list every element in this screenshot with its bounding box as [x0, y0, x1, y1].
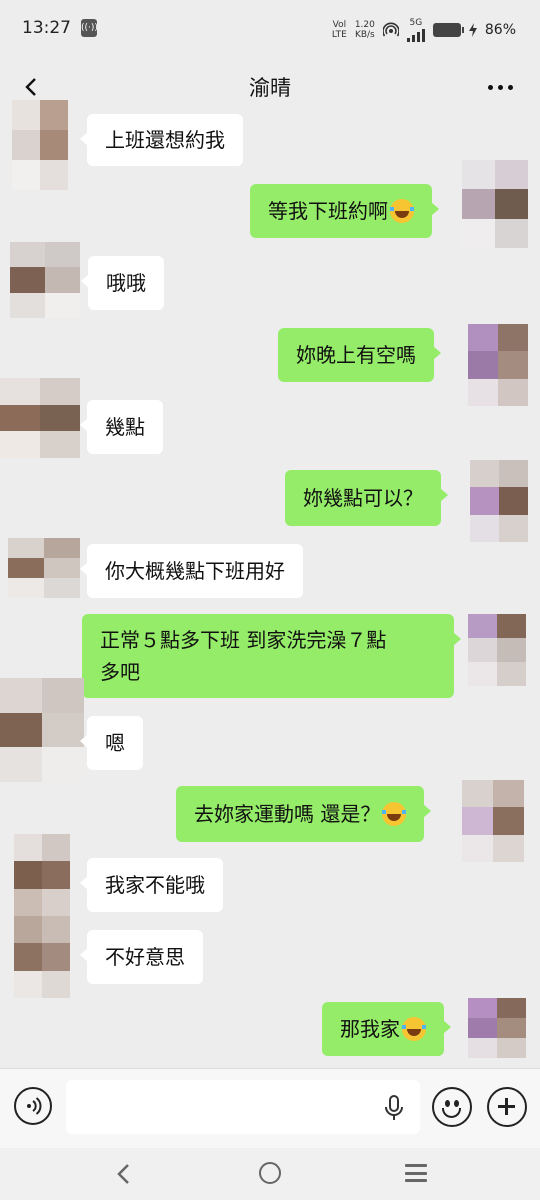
hotspot-icon — [382, 22, 399, 37]
message-bubble-outgoing[interactable]: 正常５點多下班 到家洗完澡７點 多吧 — [82, 614, 461, 698]
message-bubble-incoming[interactable]: 我家不能哦 — [80, 858, 223, 912]
notification-icon: ((·)) — [81, 19, 98, 37]
contact-avatar[interactable] — [0, 678, 84, 782]
nav-back-icon[interactable] — [112, 1162, 136, 1186]
message-text: 不好意思 — [105, 945, 185, 969]
message-bubble-incoming[interactable]: 你大概幾點下班用好 — [80, 544, 303, 598]
chat-title: 渝晴 — [249, 76, 291, 100]
message-text-line-2: 多吧 — [100, 660, 140, 684]
input-bar — [0, 1068, 540, 1148]
status-time: 13:27 — [22, 18, 71, 38]
message-bubble-incoming[interactable]: 上班還想約我 — [80, 114, 243, 166]
message-bubble-incoming[interactable]: 不好意思 — [80, 930, 203, 984]
battery-percent: 86% — [484, 22, 516, 38]
signal-icon — [406, 28, 425, 42]
message-bubble-outgoing[interactable]: 妳幾點可以？ — [285, 470, 448, 526]
system-nav-bar — [0, 1148, 540, 1200]
tears-of-joy-emoji-icon — [382, 802, 407, 826]
message-text: 哦哦 — [106, 271, 146, 295]
tears-of-joy-emoji-icon — [390, 199, 414, 223]
contact-avatar[interactable] — [14, 834, 70, 998]
message-bubble-incoming[interactable]: 嗯 — [80, 716, 143, 770]
my-avatar[interactable] — [462, 780, 524, 862]
emoji-button[interactable] — [432, 1087, 472, 1127]
message-text: 妳幾點可以？ — [303, 486, 423, 510]
message-list[interactable]: 上班還想約我 等我下班約啊 哦哦 妳晚上有空嗎 幾點 妳幾點可以？ 你大概幾點下… — [0, 100, 540, 1068]
more-dot-icon — [487, 84, 493, 90]
message-bubble-incoming[interactable]: 幾點 — [80, 400, 163, 454]
message-bubble-outgoing[interactable]: 去妳家運動嗎 還是？ — [176, 786, 432, 842]
back-button[interactable] — [14, 70, 48, 104]
nav-home-icon[interactable] — [259, 1162, 281, 1184]
menu-line — [405, 1171, 427, 1175]
battery-icon — [432, 23, 464, 37]
contact-avatar[interactable] — [8, 538, 80, 598]
status-bar: 13:27 ((·)) Vol LTE 1.20 KB/s 5G 86% — [0, 0, 540, 56]
voice-icon — [27, 1097, 42, 1115]
my-avatar[interactable] — [470, 460, 528, 542]
message-bubble-incoming[interactable]: 哦哦 — [81, 256, 164, 310]
message-text: 去妳家運動嗎 還是？ — [194, 802, 381, 826]
message-text: 幾點 — [105, 415, 145, 439]
message-text: 那我家 — [340, 1017, 400, 1041]
message-text: 我家不能哦 — [105, 873, 205, 897]
microphone-icon[interactable] — [384, 1095, 404, 1121]
nav-menu-icon[interactable] — [405, 1164, 427, 1182]
voice-button[interactable] — [14, 1087, 52, 1125]
message-text: 等我下班約啊 — [268, 199, 388, 223]
network-type: Vol LTE — [331, 20, 347, 40]
emoji-face-mouth — [442, 1108, 461, 1118]
charging-icon — [468, 23, 477, 37]
contact-avatar[interactable] — [0, 378, 80, 458]
my-avatar[interactable] — [468, 324, 528, 406]
plus-button[interactable] — [487, 1087, 527, 1127]
my-avatar[interactable] — [468, 614, 526, 686]
chevron-left-icon — [25, 78, 36, 96]
more-options-button[interactable] — [480, 72, 520, 102]
message-bubble-outgoing[interactable]: 等我下班約啊 — [250, 184, 439, 238]
message-text: 妳晚上有空嗎 — [296, 343, 416, 367]
message-text: 你大概幾點下班用好 — [105, 559, 285, 583]
message-text-line-1: 正常５點多下班 到家洗完澡７點 — [100, 628, 387, 652]
menu-line — [405, 1179, 427, 1182]
message-text: 上班還想約我 — [105, 128, 225, 152]
status-indicators: Vol LTE 1.20 KB/s 5G 86% — [332, 18, 516, 42]
my-avatar[interactable] — [468, 998, 526, 1058]
message-text: 嗯 — [105, 731, 125, 755]
menu-line — [405, 1164, 427, 1167]
more-dot-icon — [507, 84, 513, 90]
contact-avatar[interactable] — [10, 242, 80, 318]
message-bubble-outgoing[interactable]: 那我家 — [322, 1002, 451, 1056]
tears-of-joy-emoji-icon — [402, 1017, 426, 1041]
emoji-face-eye — [454, 1100, 459, 1107]
contact-avatar[interactable] — [12, 100, 68, 190]
emoji-face-icon — [445, 1100, 450, 1107]
message-input[interactable] — [66, 1080, 420, 1134]
network-speed: 1.20 KB/s — [354, 20, 375, 40]
message-bubble-outgoing[interactable]: 妳晚上有空嗎 — [278, 328, 441, 382]
more-dot-icon — [497, 84, 503, 90]
signal-5g: 5G — [406, 18, 425, 42]
my-avatar[interactable] — [462, 160, 528, 248]
